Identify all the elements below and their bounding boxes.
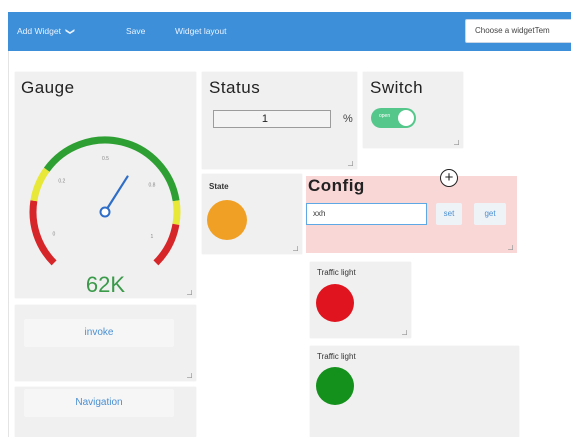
gauge-tick-label: 0.5 — [102, 156, 109, 162]
state-widget[interactable]: State — [202, 174, 302, 254]
gauge-arc-yellow-low — [30, 167, 50, 202]
traffic-light-lamp — [316, 367, 354, 405]
resize-handle[interactable] — [187, 290, 192, 295]
switch-title: Switch — [370, 78, 424, 97]
traffic-light-title: Traffic light — [317, 268, 356, 277]
status-widget[interactable]: Status 1 % — [202, 72, 357, 169]
switch-widget[interactable]: Switch open — [363, 72, 463, 148]
gauge-title: Gauge — [21, 78, 75, 97]
resize-handle[interactable] — [402, 330, 407, 335]
gauge-tick-label: 0 — [52, 231, 55, 237]
traffic-light-title: Traffic light — [317, 352, 356, 361]
invoke-button[interactable]: invoke — [24, 319, 174, 347]
save-button[interactable]: Save — [126, 12, 145, 51]
navigation-widget: Navigation — [15, 387, 196, 437]
gauge-needle-hub — [99, 206, 111, 218]
gauge-arc-red-high — [153, 223, 180, 266]
config-title: Config — [308, 176, 365, 195]
state-title: State — [209, 182, 229, 191]
set-button[interactable]: set — [436, 203, 462, 225]
config-widget[interactable]: Config + xxh set get — [306, 169, 517, 253]
invoke-widget: invoke — [15, 305, 196, 381]
status-value-box: 1 — [213, 110, 331, 128]
navigation-button[interactable]: Navigation — [24, 389, 174, 417]
chevron-down-icon: ❯ — [65, 27, 76, 36]
toolbar: Add Widget ❯ Save Widget layout Choose a… — [8, 12, 571, 51]
canvas-divider — [8, 51, 9, 437]
gauge-arc-green — [43, 136, 180, 202]
template-select[interactable]: Choose a widgetTem — [465, 19, 571, 43]
get-button[interactable]: get — [474, 203, 506, 225]
gauge-value: 62K — [85, 272, 126, 297]
gauge-tick-label: 0.2 — [58, 178, 65, 184]
toggle-knob — [398, 110, 414, 126]
traffic-light-widget-2[interactable]: Traffic light — [310, 346, 519, 437]
add-widget-button[interactable]: Add Widget ❯ — [17, 12, 76, 51]
gauge-dial: 0 0.2 0.5 0.8 1 — [29, 136, 181, 266]
status-title: Status — [209, 78, 261, 97]
switch-state-text: open — [379, 113, 391, 119]
traffic-light-widget-1[interactable]: Traffic light — [310, 262, 411, 338]
gauge-needle — [103, 175, 129, 214]
gauge-tick-label: 0.8 — [148, 183, 155, 189]
resize-handle[interactable] — [508, 245, 513, 250]
widget-layout-button[interactable]: Widget layout — [175, 12, 227, 51]
resize-handle[interactable] — [348, 161, 353, 166]
resize-handle[interactable] — [187, 373, 192, 378]
gauge-widget[interactable]: Gauge 0 0.2 0.5 0.8 1 62K — [15, 72, 196, 298]
config-input[interactable]: xxh — [306, 203, 427, 225]
gauge-arc-yellow-high — [172, 200, 181, 225]
status-unit: % — [343, 113, 353, 125]
gauge-tick-label: 1 — [150, 234, 153, 240]
resize-handle[interactable] — [454, 140, 459, 145]
plus-circle-icon[interactable]: + — [440, 169, 458, 187]
traffic-light-lamp — [316, 284, 354, 322]
resize-handle[interactable] — [293, 246, 298, 251]
switch-toggle[interactable]: open — [371, 108, 416, 128]
state-indicator — [207, 200, 247, 240]
gauge-arc-red-low — [29, 200, 57, 266]
